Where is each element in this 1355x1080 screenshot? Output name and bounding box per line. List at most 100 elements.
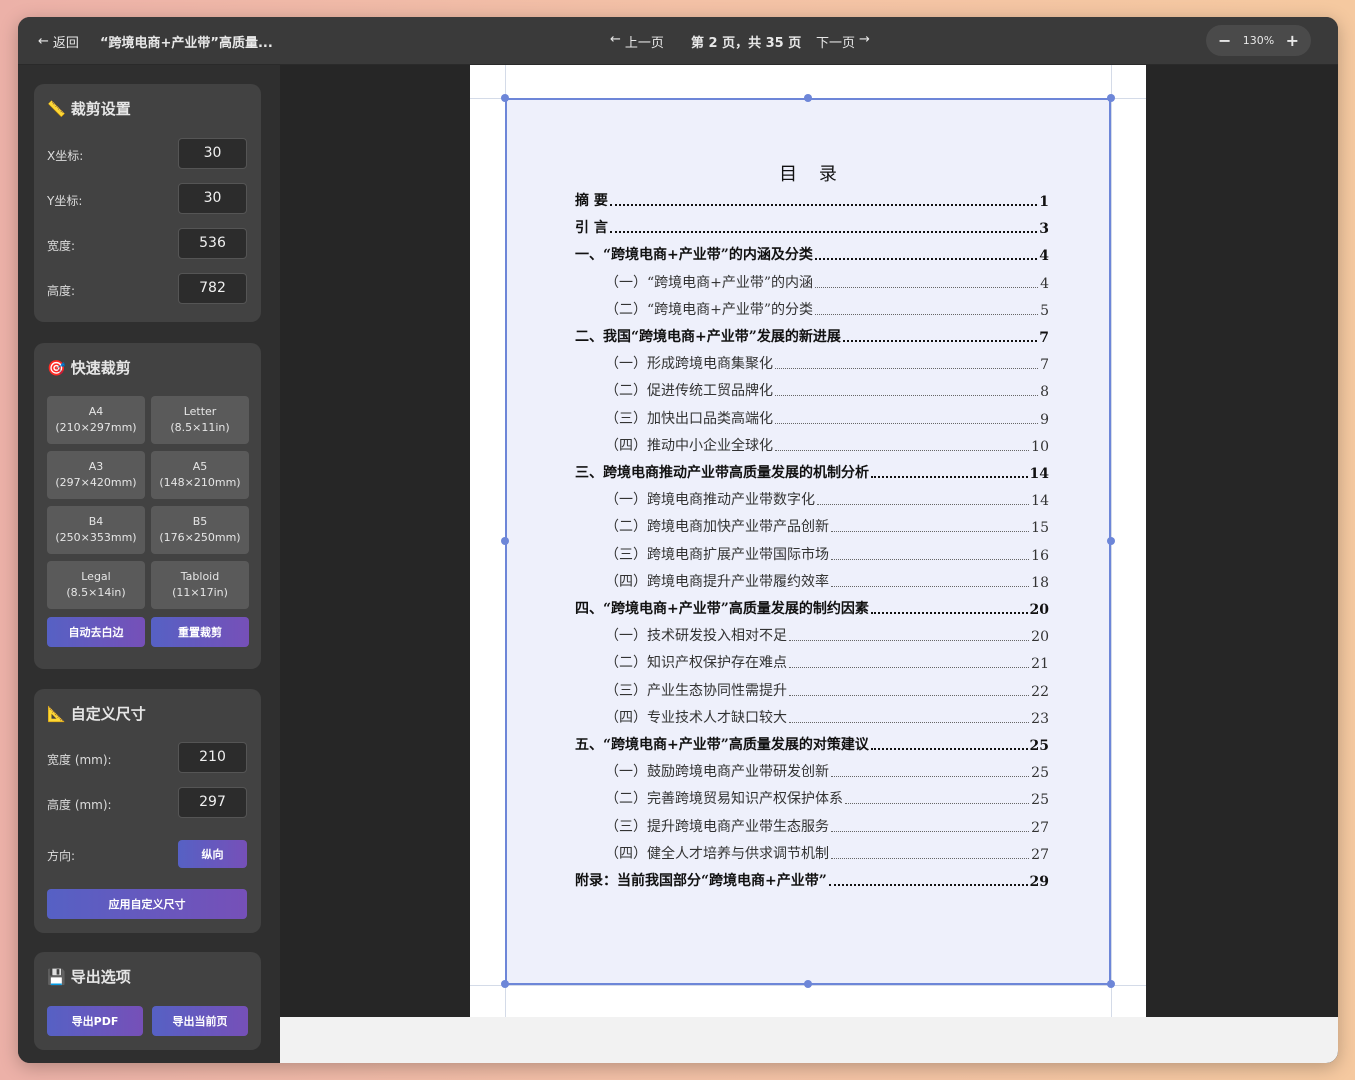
back-button[interactable]: ← 返回 (38, 32, 79, 51)
toc-entry[interactable]: 一、“跨境电商+产业带”的内涵及分类 4 (575, 244, 1049, 264)
toc-entry[interactable]: （一）技术研发投入相对不足 20 (575, 625, 1049, 645)
toc-entry[interactable]: （四）推动中小企业全球化 10 (575, 435, 1049, 455)
toc-entry[interactable]: （三）提升跨境电商产业带生态服务 27 (575, 816, 1049, 836)
horizontal-scroll-area[interactable] (280, 1017, 1338, 1063)
toc-entry[interactable]: （三）加快出口品类高端化 9 (575, 408, 1049, 428)
toc-entry-page: 18 (1031, 574, 1049, 591)
crop-handle-bottom[interactable] (804, 980, 812, 988)
toc-leader-dots (815, 313, 1039, 315)
toc-entry[interactable]: 引 言 3 (575, 217, 1049, 237)
width-input[interactable]: 536 (178, 228, 247, 259)
size-name: Letter (183, 405, 217, 418)
export-current-page-button[interactable]: 导出当前页 (152, 1006, 248, 1036)
size-button-a3[interactable]: A3 (297×420mm) (47, 451, 145, 499)
toc-entry[interactable]: 四、“跨境电商+产业带”高质量发展的制约因素 20 (575, 598, 1049, 618)
toc-entry-label: （四）健全人才培养与供求调节机制 (605, 845, 829, 862)
zoom-in-button[interactable]: + (1286, 31, 1299, 50)
toc-leader-dots (609, 231, 1038, 234)
top-toolbar: ← 返回 “跨境电商+产业带”高质量... ← 上一页 第 2 页，共 35 页… (18, 17, 1338, 65)
crop-handle-right[interactable] (1107, 537, 1115, 545)
toc-entry-label: 附录：当前我国部分“跨境电商+产业带” (575, 873, 827, 889)
toc-entry[interactable]: （四）健全人才培养与供求调节机制 27 (575, 843, 1049, 863)
size-button-b5[interactable]: B5 (176×250mm) (151, 506, 249, 554)
zoom-level: 130% (1242, 34, 1275, 47)
toc-entry-label: （三）加快出口品类高端化 (605, 410, 773, 427)
toc-leader-dots (831, 776, 1030, 778)
size-button-a4[interactable]: A4 (210×297mm) (47, 396, 145, 444)
size-dims: (210×297mm) (55, 421, 137, 434)
crop-handle-top-left[interactable] (501, 94, 509, 102)
toc-leader-dots (870, 748, 1028, 750)
crop-handle-bottom-left[interactable] (501, 980, 509, 988)
toc-entry[interactable]: （一）形成跨境电商集聚化 7 (575, 353, 1049, 373)
toc-leader-dots (845, 803, 1030, 805)
toc-entry[interactable]: （一）跨境电商推动产业带数字化 14 (575, 489, 1049, 509)
reset-crop-button[interactable]: 重置裁剪 (151, 617, 249, 647)
toc-leader-dots (814, 258, 1038, 261)
toc-entry-page: 14 (1031, 493, 1049, 510)
toc-entry-page: 29 (1029, 874, 1049, 890)
toc-entry[interactable]: （二）跨境电商加快产业带产品创新 15 (575, 516, 1049, 536)
quick-crop-title: 🎯 快速裁剪 (47, 357, 131, 378)
crop-handle-top-right[interactable] (1107, 94, 1115, 102)
toc-entry-label: （二）跨境电商加快产业带产品创新 (605, 519, 829, 536)
toc-entry[interactable]: （三）产业生态协同性需提升 22 (575, 680, 1049, 700)
toc-entry[interactable]: （二）促进传统工贸品牌化 8 (575, 380, 1049, 400)
auto-trim-button[interactable]: 自动去白边 (47, 617, 145, 647)
height-input[interactable]: 782 (178, 273, 247, 304)
toc-entry[interactable]: 二、我国“跨境电商+产业带”发展的新进展 7 (575, 326, 1049, 346)
size-name: A5 (192, 460, 208, 473)
custom-width-input[interactable]: 210 (178, 742, 247, 773)
crop-handle-top[interactable] (804, 94, 812, 102)
toc-leader-dots (775, 395, 1039, 397)
crop-region[interactable]: 目 录 摘 要1引 言 3 一、“跨境电商+产业带”的内涵及分类 4 （一）“跨境电商+… (505, 98, 1111, 985)
toc-entry-page: 15 (1031, 520, 1049, 537)
size-button-b4[interactable]: B4 (250×353mm) (47, 506, 145, 554)
size-dims: (8.5×14in) (66, 586, 126, 599)
custom-size-title-text: 自定义尺寸 (70, 705, 146, 723)
toc-entry[interactable]: （二）“跨境电商+产业带”的分类 5 (575, 299, 1049, 319)
toc-entry-label: 三、跨境电商推动产业带高质量发展的机制分析 (575, 465, 869, 481)
toc-entry[interactable]: （四）跨境电商提升产业带履约效率 18 (575, 571, 1049, 591)
size-name: Legal (81, 570, 111, 583)
x-input[interactable]: 30 (178, 138, 247, 169)
toc-entry-page: 27 (1031, 819, 1049, 836)
orientation-select[interactable]: 纵向 (178, 840, 247, 868)
size-button-a5[interactable]: A5 (148×210mm) (151, 451, 249, 499)
toc-entry[interactable]: （二）完善跨境贸易知识产权保护体系 25 (575, 788, 1049, 808)
apply-custom-size-button[interactable]: 应用自定义尺寸 (47, 889, 247, 919)
zoom-control: − 130% + (1206, 25, 1311, 56)
toc-entry[interactable]: 附录：当前我国部分“跨境电商+产业带” 29 (575, 870, 1049, 890)
crop-handle-left[interactable] (501, 537, 509, 545)
custom-height-input[interactable]: 297 (178, 787, 247, 818)
size-button-letter[interactable]: Letter (8.5×11in) (151, 396, 249, 444)
x-label: X坐标: (47, 149, 84, 163)
y-input[interactable]: 30 (178, 183, 247, 214)
arrow-left-icon: ← (38, 34, 49, 49)
size-button-tabloid[interactable]: Tabloid (11×17in) (151, 561, 249, 609)
toc-entry[interactable]: （一）“跨境电商+产业带”的内涵 4 (575, 272, 1049, 292)
size-dims: (11×17in) (172, 586, 228, 599)
toc-entry[interactable]: （二）知识产权保护存在难点 21 (575, 652, 1049, 672)
toc-entry[interactable]: （一）鼓励跨境电商产业带研发创新 25 (575, 761, 1049, 781)
toc-entry[interactable]: （四）专业技术人才缺口较大 23 (575, 707, 1049, 727)
toc-entry[interactable]: 三、跨境电商推动产业带高质量发展的机制分析 14 (575, 462, 1049, 482)
toc-entry-page: 7 (1040, 357, 1049, 374)
toc-entry[interactable]: （三）跨境电商扩展产业带国际市场 16 (575, 544, 1049, 564)
next-page-button[interactable]: 下一页 → (816, 32, 870, 51)
toc-entry[interactable]: 五、“跨境电商+产业带”高质量发展的对策建议 25 (575, 734, 1049, 754)
y-label: Y坐标: (47, 194, 83, 208)
toc-entry-page: 3 (1039, 221, 1049, 238)
export-pdf-button[interactable]: 导出PDF (47, 1006, 143, 1036)
prev-page-button[interactable]: ← 上一页 (610, 32, 664, 51)
toc-entry[interactable]: 摘 要 1 (575, 190, 1049, 210)
toc-leader-dots (775, 449, 1030, 451)
toc-entry-label: （二）知识产权保护存在难点 (605, 655, 787, 672)
toc-entry-label: 四、“跨境电商+产业带”高质量发展的制约因素 (575, 601, 869, 617)
crop-handle-bottom-right[interactable] (1107, 980, 1115, 988)
size-button-legal[interactable]: Legal (8.5×14in) (47, 561, 145, 609)
zoom-out-button[interactable]: − (1218, 31, 1231, 50)
toc-entry-page: 10 (1031, 438, 1049, 455)
size-dims: (148×210mm) (159, 476, 241, 489)
toc-entry-label: （三）产业生态协同性需提升 (605, 682, 787, 699)
